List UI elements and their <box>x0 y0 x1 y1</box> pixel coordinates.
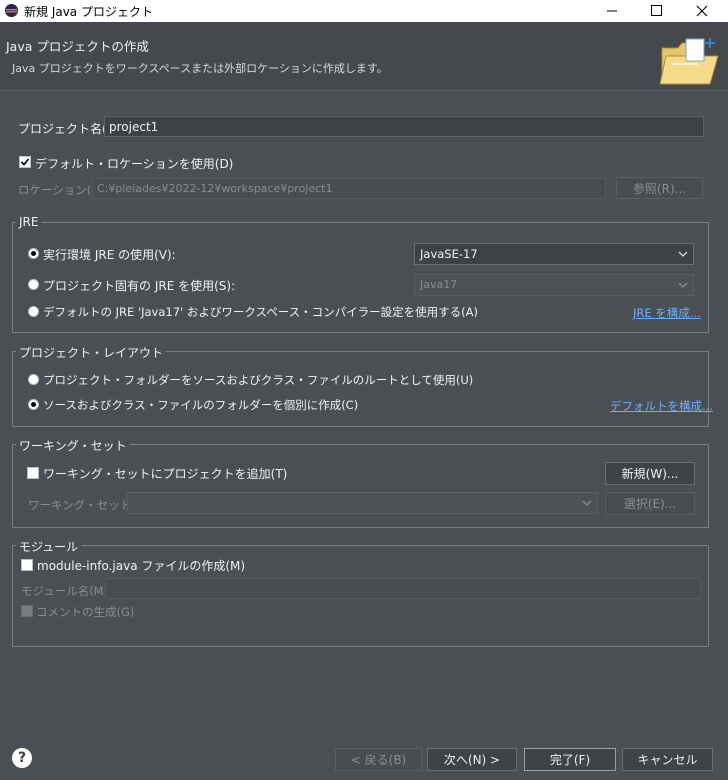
module-name-label: モジュール名(M): <box>21 584 112 598</box>
working-set-group <box>12 444 709 528</box>
wizard-header: Java プロジェクトの作成 Java プロジェクトをワークスペースまたは外部ロ… <box>0 22 728 91</box>
working-sets-select[interactable] <box>127 492 598 514</box>
minimize-button[interactable] <box>590 0 634 22</box>
jre-project-select[interactable]: Java17 <box>414 274 694 296</box>
browse-button[interactable]: 参照(R)... <box>616 177 703 199</box>
layout-separate-radio[interactable] <box>28 399 39 410</box>
default-location-checkbox[interactable] <box>19 156 31 168</box>
jre-project-value: Java17 <box>420 278 458 291</box>
page-description: Java プロジェクトをワークスペースまたは外部ロケーションに作成します。 <box>12 62 388 75</box>
help-icon[interactable]: ? <box>12 748 32 768</box>
jre-default-label: デフォルトの JRE 'Java17' およびワークスペース・コンパイラー設定を… <box>43 305 478 319</box>
layout-group-title: プロジェクト・レイアウト <box>16 344 167 361</box>
finish-button[interactable]: 完了(F) <box>524 748 616 771</box>
project-name-input[interactable] <box>104 116 704 137</box>
jre-env-value: JavaSE-17 <box>420 247 478 261</box>
generate-comments-label: コメントの生成(G) <box>36 605 135 619</box>
location-input[interactable]: C:¥pleiades¥2022-12¥workspace¥project1 <box>92 178 606 199</box>
check-mark-icon <box>20 158 30 166</box>
back-button[interactable]: < 戻る(B) <box>335 748 422 771</box>
default-location-label: デフォルト・ロケーションを使用(D) <box>35 157 234 171</box>
chevron-down-icon <box>678 282 688 288</box>
title-bar: 新規 Java プロジェクト <box>0 0 728 22</box>
help-glyph: ? <box>17 750 27 766</box>
page-title: Java プロジェクトの作成 <box>6 39 149 54</box>
jre-project-radio[interactable] <box>28 279 39 290</box>
add-working-set-label: ワーキング・セットにプロジェクトを追加(T) <box>43 467 288 481</box>
maximize-button[interactable] <box>634 0 678 22</box>
generate-comments-checkbox[interactable] <box>21 605 33 617</box>
header-separator <box>0 90 728 91</box>
module-name-input[interactable] <box>105 578 701 599</box>
close-button[interactable] <box>680 0 724 22</box>
jre-env-select[interactable]: JavaSE-17 <box>414 243 694 265</box>
create-module-info-label: module-info.java ファイルの作成(M) <box>37 559 246 573</box>
layout-group <box>12 351 709 427</box>
folder-wizard-icon <box>659 38 719 85</box>
chevron-down-icon <box>582 500 592 506</box>
window-title: 新規 Java プロジェクト <box>24 5 153 19</box>
jre-env-radio[interactable] <box>28 248 39 259</box>
jre-default-radio[interactable] <box>28 306 39 317</box>
select-working-set-button[interactable]: 選択(E)... <box>605 492 695 515</box>
create-module-info-checkbox[interactable] <box>21 559 33 571</box>
new-working-set-button[interactable]: 新規(W)... <box>605 462 695 485</box>
eclipse-icon <box>4 3 19 18</box>
next-button[interactable]: 次へ(N) > <box>427 748 517 771</box>
layout-separate-label: ソースおよびクラス・ファイルのフォルダーを個別に作成(C) <box>43 398 359 412</box>
add-working-set-checkbox[interactable] <box>27 467 39 479</box>
layout-root-radio[interactable] <box>28 374 39 385</box>
chevron-down-icon <box>678 251 688 257</box>
jre-project-label: プロジェクト固有の JRE を使用(S): <box>43 279 236 293</box>
configure-jre-link[interactable]: JRE を構成... <box>633 305 701 321</box>
cancel-button[interactable]: キャンセル <box>622 748 713 771</box>
working-set-group-title: ワーキング・セット <box>16 437 130 454</box>
module-group-title: モジュール <box>16 538 82 555</box>
layout-root-label: プロジェクト・フォルダーをソースおよびクラス・ファイルのルートとして使用(U) <box>43 373 474 387</box>
jre-group-title: JRE <box>16 215 42 229</box>
configure-default-link[interactable]: デフォルトを構成... <box>610 398 713 414</box>
jre-env-label: 実行環境 JRE の使用(V): <box>43 248 176 262</box>
